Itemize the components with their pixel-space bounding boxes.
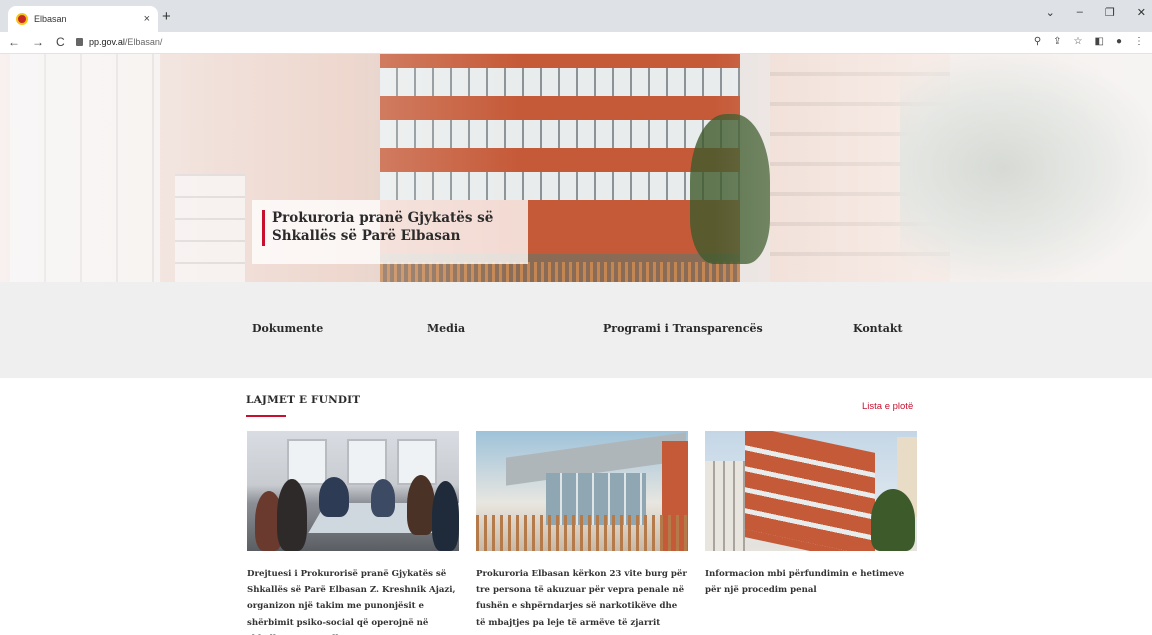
tab-title: Elbasan (34, 14, 67, 24)
photo-person (277, 479, 307, 551)
news-card-image[interactable] (476, 431, 688, 551)
minimize-icon[interactable]: – (1077, 6, 1083, 19)
news-card[interactable]: Prokuroria Elbasan kërkon 23 vite burg p… (476, 431, 688, 631)
side-panel-icon[interactable]: ◧ (1095, 36, 1104, 47)
photo-person (319, 477, 349, 517)
nav-item-dokumente[interactable]: Dokumente (252, 322, 323, 335)
restore-icon[interactable]: ❐ (1105, 6, 1115, 19)
site-favicon-icon (16, 13, 28, 25)
address-bar-row: ← → C pp.gov.al/Elbasan/ ⚲ ⇪ ☆ ◧ ● ⋮ (0, 32, 1152, 54)
photo-person (371, 479, 395, 517)
profile-icon[interactable]: ● (1116, 36, 1122, 47)
photo-person (432, 481, 459, 551)
news-section-heading: LAJMET E FUNDIT (246, 394, 361, 406)
news-card-title[interactable]: Informacion mbi përfundimin e hetimeve p… (705, 566, 917, 598)
lock-icon (76, 38, 83, 46)
browser-tab-strip: Elbasan × + ⌄ – ❐ ✕ (0, 0, 1152, 32)
news-card-title[interactable]: Prokuroria Elbasan kërkon 23 vite burg p… (476, 566, 688, 631)
window-controls: ⌄ – ❐ ✕ (1046, 6, 1146, 19)
tab-search-chevron-icon[interactable]: ⌄ (1046, 6, 1055, 19)
forward-arrow-icon[interactable]: → (32, 35, 44, 49)
photo-side-building (705, 461, 745, 551)
tab-close-icon[interactable]: × (144, 13, 150, 25)
address-bar-actions: ⚲ ⇪ ☆ ◧ ● ⋮ (1034, 36, 1144, 47)
new-tab-icon[interactable]: + (162, 8, 171, 25)
news-full-list-link[interactable]: Lista e plotë (862, 401, 913, 412)
close-window-icon[interactable]: ✕ (1137, 6, 1146, 19)
share-icon[interactable]: ⇪ (1053, 36, 1061, 47)
url-path: /Elbasan/ (124, 37, 163, 47)
photo-person (407, 475, 435, 535)
news-card[interactable]: Drejtuesi i Prokurorisë pranë Gjykatës s… (247, 431, 459, 635)
nav-item-programi-transparences[interactable]: Programi i Transparencës (603, 322, 763, 335)
nav-item-kontakt[interactable]: Kontakt (853, 322, 903, 335)
main-navigation: Dokumente Media Programi i Transparencës… (0, 282, 1152, 378)
browser-menu-icon[interactable]: ⋮ (1134, 36, 1144, 47)
nav-item-media[interactable]: Media (427, 322, 465, 335)
url-field[interactable]: pp.gov.al/Elbasan/ (76, 37, 162, 47)
photo-tree (871, 489, 915, 551)
news-card-image[interactable] (705, 431, 917, 551)
hero-caption-box: Prokuroria pranë Gjykatës së Shkallës së… (252, 200, 528, 264)
news-card-image[interactable] (247, 431, 459, 551)
news-card[interactable]: Informacion mbi përfundimin e hetimeve p… (705, 431, 917, 598)
bookmark-star-icon[interactable]: ☆ (1074, 36, 1083, 47)
hero-title: Prokuroria pranë Gjykatës së Shkallës së… (272, 210, 494, 244)
browser-nav-buttons: ← → C (8, 35, 65, 49)
hero-banner (0, 54, 1152, 282)
url-domain: pp.gov.al (89, 37, 125, 47)
photo-wooden-fence (476, 515, 688, 551)
reload-icon[interactable]: C (56, 35, 65, 49)
news-heading-underline (246, 415, 286, 417)
news-card-title[interactable]: Drejtuesi i Prokurorisë pranë Gjykatës s… (247, 566, 459, 635)
hero-caption-accent-bar (262, 210, 265, 246)
hero-photo-overlay (0, 54, 1152, 282)
back-arrow-icon[interactable]: ← (8, 35, 20, 49)
browser-tab[interactable]: Elbasan × (8, 6, 158, 32)
zoom-search-icon[interactable]: ⚲ (1034, 36, 1041, 47)
